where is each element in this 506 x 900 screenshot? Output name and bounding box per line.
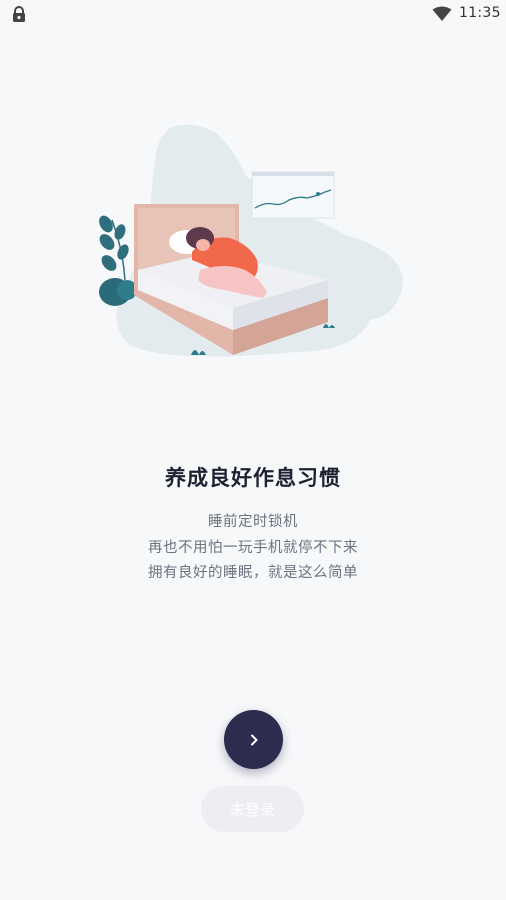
chevron-right-icon [250, 734, 257, 745]
onboarding-line-1: 睡前定时锁机 [208, 514, 298, 530]
onboarding-title: 养成良好作息习惯 [165, 466, 341, 490]
status-time: 11:35 [459, 5, 501, 21]
onboarding-line-2: 再也不用怕一玩手机就停不下来 [148, 540, 358, 556]
login-button[interactable]: 未登录 [201, 786, 304, 832]
wifi-icon [432, 6, 452, 21]
lock-icon [13, 6, 25, 22]
sleeping-illustration [99, 124, 404, 357]
status-bar: 11:35 [0, 0, 506, 28]
sleep-chart-frame [251, 171, 335, 219]
onboarding-line-3: 拥有良好的睡眠，就是这么简单 [148, 565, 358, 581]
next-button[interactable] [224, 710, 283, 769]
